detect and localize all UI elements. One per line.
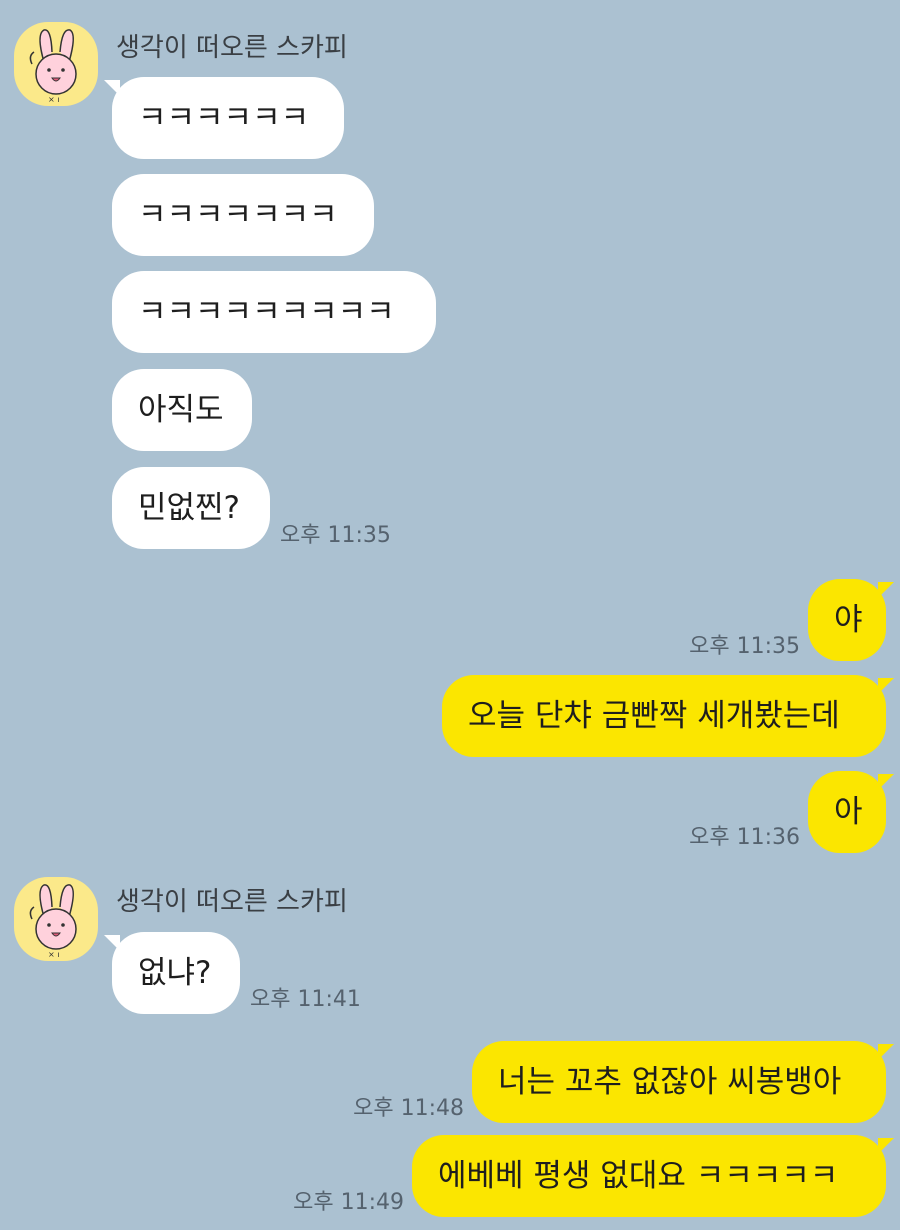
message-timestamp: 오후 11:36 [689, 825, 800, 850]
message-timestamp: 오후 11:35 [689, 634, 800, 659]
outgoing-message-bubble[interactable]: 야 [808, 579, 886, 661]
svg-text:× ı: × ı [48, 95, 59, 104]
incoming-message-bubble[interactable]: 없냐? [112, 932, 240, 1014]
outgoing-message-bubble[interactable]: 오늘 단챠 금빤짝 세개봤는데 [442, 675, 886, 757]
outgoing-message-bubble[interactable]: 아 [808, 771, 886, 853]
pink-bunny-icon: × ı [29, 29, 77, 104]
message-timestamp: 오후 11:49 [293, 1190, 404, 1215]
svg-text:× ı: × ı [48, 950, 59, 959]
incoming-message-bubble[interactable]: ㅋㅋㅋㅋㅋㅋㅋ [112, 174, 374, 256]
message-timestamp: 오후 11:41 [250, 987, 361, 1012]
outgoing-message-bubble[interactable]: 에베베 평생 없대요 ㅋㅋㅋㅋㅋ [412, 1135, 886, 1217]
pink-bunny-icon: × ı [29, 884, 77, 959]
bubble-tail [878, 1138, 894, 1154]
sender-name: 생각이 떠오른 스카피 [116, 33, 348, 63]
bubble-tail [878, 678, 894, 694]
sender-avatar[interactable]: × ı [14, 877, 98, 961]
message-timestamp: 오후 11:48 [353, 1096, 464, 1121]
incoming-message-bubble[interactable]: ㅋㅋㅋㅋㅋㅋㅋㅋㅋ [112, 271, 436, 353]
incoming-message-bubble[interactable]: 민없찐? [112, 467, 270, 549]
bubble-tail [878, 774, 894, 790]
bubble-tail [878, 582, 894, 598]
chat-area[interactable]: × ı 생각이 떠오른 스카피 ㅋㅋㅋㅋㅋㅋ ㅋㅋㅋㅋㅋㅋㅋ ㅋㅋㅋㅋㅋㅋㅋㅋㅋ… [0, 0, 900, 1230]
outgoing-message-bubble[interactable]: 너는 꼬추 없잖아 씨봉뱅아 [472, 1041, 886, 1123]
incoming-message-bubble[interactable]: 아직도 [112, 369, 252, 451]
incoming-message-bubble[interactable]: ㅋㅋㅋㅋㅋㅋ [112, 77, 344, 159]
sender-name: 생각이 떠오른 스카피 [116, 887, 348, 917]
message-timestamp: 오후 11:35 [280, 523, 391, 548]
bubble-tail [878, 1044, 894, 1060]
sender-avatar[interactable]: × ı [14, 22, 98, 106]
